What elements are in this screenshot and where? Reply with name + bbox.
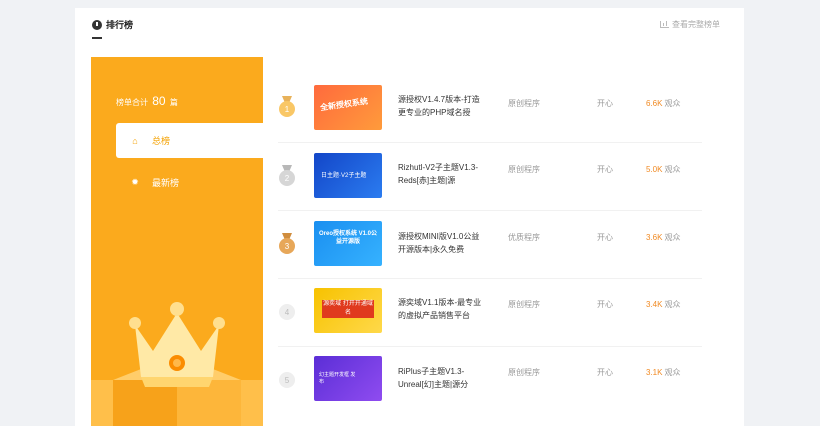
gear-icon: ✹ (131, 177, 139, 187)
post-thumbnail[interactable]: 幻主题开发框 发布 (314, 356, 382, 401)
views-count: 6.6K (646, 99, 663, 108)
post-author[interactable]: 开心 (597, 299, 613, 310)
gold-medal-icon: 1 (279, 96, 295, 117)
post-type: 原创程序 (508, 165, 540, 174)
post-thumbnail[interactable]: 源奕域 打开开通域名 (314, 288, 382, 333)
views-unit: 观众 (664, 233, 681, 242)
post-title[interactable]: 源授权MINI版V1.0公益开源版本|永久免费 (398, 230, 482, 256)
silver-medal-icon: 2 (279, 165, 295, 186)
crown-illustration (91, 302, 263, 426)
post-views: 3.1K 观众 (646, 367, 680, 378)
post-type: 优质程序 (508, 233, 540, 242)
total-number: 80 (152, 94, 166, 108)
title-underline (92, 37, 102, 39)
nav-item-newest[interactable]: ✹ 最新榜 (116, 165, 263, 200)
views-unit: 观众 (664, 368, 681, 377)
post-thumbnail[interactable]: Oreo授权系统 V1.0公益开源版 (314, 221, 382, 266)
ranking-row[interactable]: 3 Oreo授权系统 V1.0公益开源版 源授权MINI版V1.0公益开源版本|… (278, 210, 702, 278)
thumbnail-caption: Oreo授权系统 V1.0公益开源版 (319, 231, 378, 245)
views-count: 5.0K (646, 165, 663, 174)
ranking-row[interactable]: 2 日主题·V2子主题 Rizhutl-V2子主题V1.3-Reds[赤]主题|… (278, 142, 702, 210)
bronze-medal-icon: 3 (279, 233, 295, 254)
svg-text:2: 2 (285, 174, 290, 183)
ranking-row[interactable]: 4 源奕域 打开开通域名 源奕域V1.1版本-最专业的虚拟产品销售平台 原创程序… (278, 278, 702, 346)
post-thumbnail[interactable]: 日主题·V2子主题 (314, 153, 382, 198)
views-unit: 观众 (664, 165, 681, 174)
clock-icon (92, 19, 102, 30)
post-views: 5.0K 观众 (646, 164, 680, 175)
view-full-list-link[interactable]: 查看完整榜单 (660, 19, 720, 30)
views-unit: 观众 (664, 99, 681, 108)
nav-item-label: 最新榜 (152, 178, 180, 188)
section-title: 排行榜 (106, 20, 134, 30)
views-count: 3.1K (646, 368, 663, 377)
post-title[interactable]: 源授权V1.4.7版本-打造更专业的PHP域名授 (398, 93, 482, 119)
ranking-row[interactable]: 5 幻主题开发框 发布 RiPlus子主题V1.3-Unreal[幻]主题|源分… (278, 346, 702, 414)
post-type: 原创程序 (508, 99, 540, 108)
thumbnail-caption: 源奕域 打开开通域名 (322, 300, 374, 318)
total-prefix: 榜单合计 (116, 98, 148, 107)
post-type: 原创程序 (508, 368, 540, 377)
nav-item-label: 总榜 (152, 136, 171, 146)
post-views: 6.6K 观众 (646, 98, 680, 109)
post-views: 3.6K 观众 (646, 232, 680, 243)
svg-text:3: 3 (285, 242, 290, 251)
thumbnail-caption: 幻主题开发框 发布 (319, 372, 356, 385)
section-header: 排行榜 (92, 18, 133, 31)
views-count: 3.4K (646, 300, 663, 309)
thumbnail-caption: 全新授权系统 (319, 96, 369, 113)
post-title[interactable]: Rizhutl-V2子主题V1.3-Reds[赤]主题|源 (398, 161, 482, 187)
view-full-list-label: 查看完整榜单 (672, 20, 720, 29)
nav-item-overall[interactable]: ⌂ 总榜 (116, 123, 263, 158)
total-count: 榜单合计 80 篇 (116, 94, 178, 108)
rank-badge: 4 (279, 304, 295, 320)
thumbnail-caption: 日主题·V2子主题 (321, 173, 367, 179)
post-author[interactable]: 开心 (597, 98, 613, 109)
post-author[interactable]: 开心 (597, 367, 613, 378)
post-title[interactable]: 源奕域V1.1版本-最专业的虚拟产品销售平台 (398, 296, 482, 322)
views-unit: 观众 (664, 300, 681, 309)
views-count: 3.6K (646, 233, 663, 242)
bar-chart-icon (660, 21, 669, 28)
post-title[interactable]: RiPlus子主题V1.3-Unreal[幻]主题|源分 (398, 365, 482, 391)
rank-badge: 5 (279, 372, 295, 388)
svg-text:1: 1 (285, 105, 290, 114)
home-icon: ⌂ (132, 135, 138, 146)
post-author[interactable]: 开心 (597, 164, 613, 175)
ranking-row[interactable]: 1 全新授权系统 源授权V1.4.7版本-打造更专业的PHP域名授 原创程序 开… (278, 73, 702, 141)
post-author[interactable]: 开心 (597, 232, 613, 243)
ranking-sidebar: 榜单合计 80 篇 ⌂ 总榜 ✹ 最新榜 (91, 57, 263, 426)
post-thumbnail[interactable]: 全新授权系统 (314, 85, 382, 130)
post-views: 3.4K 观众 (646, 299, 680, 310)
post-type: 原创程序 (508, 300, 540, 309)
total-suffix: 篇 (169, 98, 178, 107)
